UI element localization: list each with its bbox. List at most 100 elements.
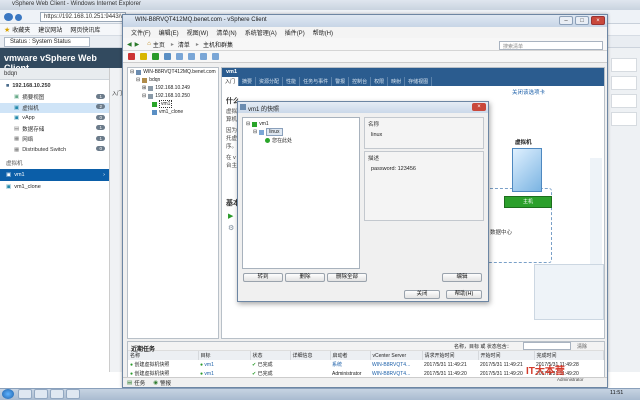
tree-node[interactable]: ⊟ 192.168.10.250 — [128, 92, 218, 100]
filter-input[interactable] — [523, 342, 571, 350]
vm-item[interactable]: ▣ vm1_clone — [0, 181, 109, 193]
nav-item-vapp[interactable]: ▣ vApp 0 — [0, 113, 109, 124]
snapshot-node[interactable]: ⊟ linux — [243, 128, 359, 136]
col-status[interactable]: 状态 — [250, 351, 291, 360]
clock[interactable]: 11:51 — [610, 390, 623, 396]
edit-settings-icon[interactable]: ⚙ — [228, 224, 234, 232]
tab-alarms[interactable]: 警报 — [332, 77, 350, 86]
taskbar-vsphere-icon[interactable] — [66, 389, 80, 399]
tab-maps[interactable]: 映射 — [388, 77, 406, 86]
status-tasks[interactable]: 任务 — [134, 379, 145, 387]
fav-item[interactable]: 建议网站 — [38, 25, 62, 34]
col-details[interactable]: 详细信息 — [290, 351, 331, 360]
tree-node[interactable]: ⊟ WIN-B8RVQT412MQ.benet.com — [128, 68, 218, 76]
console-icon[interactable] — [212, 53, 219, 60]
menu-help[interactable]: 帮助(H) — [313, 28, 333, 37]
task-name: ● 创建虚拟机快照 — [128, 360, 198, 369]
browser-tab[interactable]: Status : System Status — [4, 36, 90, 47]
nav-item-datastore[interactable]: ▤ 数据存储 1 — [0, 124, 109, 135]
play-icon[interactable] — [152, 53, 159, 60]
vm-item[interactable]: ▣ vm1 › — [0, 169, 109, 181]
back-icon[interactable] — [4, 13, 13, 21]
taskbar-explorer-icon[interactable] — [34, 389, 48, 399]
stop-icon[interactable] — [128, 53, 135, 60]
close-button[interactable]: × — [591, 16, 605, 25]
tree-node[interactable]: ⊞ 192.168.10.249 — [128, 84, 218, 92]
col-started[interactable]: 开始时间 — [478, 351, 535, 360]
nav-home[interactable]: 主页 — [153, 40, 165, 49]
maximize-button[interactable]: □ — [575, 16, 589, 25]
tree-node[interactable]: ⊟ bdqn — [128, 76, 218, 84]
menu-plugins[interactable]: 插件(P) — [285, 28, 305, 37]
menu-file[interactable]: 文件(F) — [131, 28, 151, 37]
col-initiator[interactable]: 启动者 — [330, 351, 371, 360]
refresh-icon[interactable] — [164, 53, 171, 60]
menu-edit[interactable]: 编辑(E) — [159, 28, 179, 37]
taskbar-ie-icon[interactable] — [18, 389, 32, 399]
minimize-button[interactable]: – — [559, 16, 573, 25]
close-tab-link[interactable]: 关闭该选项卡 — [512, 88, 545, 96]
nav-item-dvs[interactable]: ▦ Distributed Switch 0 — [0, 145, 109, 156]
snapshot-node-vm[interactable]: ⊟ vm1 — [243, 120, 359, 128]
favorites-label[interactable]: 收藏夹 — [12, 25, 30, 34]
search-input[interactable]: 搜索清单 — [499, 41, 603, 50]
taskbar-app-icon[interactable] — [50, 389, 64, 399]
nav-hosts-clusters[interactable]: 主机和群集 — [203, 40, 233, 49]
tab-tasks-events[interactable]: 任务与事件 — [300, 77, 333, 86]
snapshot-icon[interactable] — [176, 53, 183, 60]
menu-admin[interactable]: 系统管理(A) — [245, 28, 277, 37]
menu-view[interactable]: 视图(W) — [187, 28, 209, 37]
help-button[interactable]: 帮助(H) — [446, 290, 482, 299]
tab-performance[interactable]: 性能 — [283, 77, 301, 86]
host-item[interactable]: ■ 192.168.10.250 — [0, 80, 109, 92]
tab-console[interactable]: 控制台 — [349, 77, 372, 86]
tree-node[interactable]: vm1_clone — [128, 108, 218, 116]
tab-summary[interactable]: 摘要 — [239, 77, 257, 86]
col-requested[interactable]: 请求开始时间 — [422, 351, 479, 360]
tab-getting-started[interactable]: 入门 — [222, 77, 240, 86]
menu-inventory[interactable]: 清单(N) — [216, 28, 236, 37]
tree-label: 192.168.10.250 — [155, 93, 190, 99]
tab-resource[interactable]: 资源分配 — [256, 77, 284, 86]
text-line: 序。 — [226, 144, 238, 150]
task-target-text[interactable]: vm1 — [204, 371, 213, 377]
navigator-head[interactable]: bdqn — [0, 68, 109, 80]
revert-icon[interactable] — [188, 53, 195, 60]
you-are-here-node[interactable]: 您在此处 — [243, 136, 359, 144]
address-input[interactable]: https://192.168.10.251:9443/vs — [40, 12, 126, 22]
dialog-close-button[interactable]: × — [472, 103, 486, 111]
nav-item-vms[interactable]: ▣ 虚拟机 2 — [0, 102, 109, 113]
col-target[interactable]: 目标 — [198, 351, 251, 360]
status-alarms[interactable]: 警报 — [160, 379, 171, 387]
close-dialog-button[interactable]: 关闭 — [404, 290, 440, 299]
summary-icon: ▣ — [14, 94, 20, 101]
delete-button[interactable]: 删除 — [285, 273, 325, 282]
nav-item-summary[interactable]: ▣ 摘要视图 1 — [0, 92, 109, 103]
nav-inventory[interactable]: 清单 — [178, 40, 190, 49]
windows-taskbar — [0, 388, 640, 400]
task-target-text[interactable]: vm1 — [204, 362, 213, 368]
snapshot-manager-icon[interactable] — [200, 53, 207, 60]
tree-node-selected[interactable]: vm1 — [128, 100, 218, 108]
delete-all-button[interactable]: 删除全部 — [327, 273, 367, 282]
back-arrow-icon[interactable]: ◀ — [127, 41, 132, 48]
goto-button[interactable]: 转到 — [243, 273, 283, 282]
start-button[interactable] — [2, 389, 14, 399]
col-name[interactable]: 名称 — [128, 351, 199, 360]
clear-link[interactable]: 清除 — [577, 343, 587, 350]
status-bar: ▤ 任务 ◉ 警报 — [123, 377, 607, 387]
fav-item[interactable]: 网页快讯库 — [70, 25, 100, 34]
task-requested: 2017/5/31 11:49:21 — [424, 361, 467, 368]
power-on-icon[interactable]: ▶ — [228, 212, 233, 220]
task-vcenter[interactable]: WIN-B8RVQT4... — [370, 360, 422, 369]
chevron-right-icon: ▸ — [170, 41, 174, 48]
tab-permissions[interactable]: 权限 — [371, 77, 389, 86]
nav-item-network[interactable]: ▦ 网络 1 — [0, 134, 109, 145]
col-vcenter[interactable]: vCenter Server — [370, 351, 423, 360]
pause-icon[interactable] — [140, 53, 147, 60]
forward-arrow-icon[interactable]: ▶ — [135, 41, 140, 48]
tab-storage-views[interactable]: 存储视图 — [405, 77, 433, 86]
col-completed[interactable]: 完成时间 — [534, 351, 604, 360]
forward-icon[interactable] — [15, 14, 22, 21]
edit-button[interactable]: 编辑 — [442, 273, 482, 282]
